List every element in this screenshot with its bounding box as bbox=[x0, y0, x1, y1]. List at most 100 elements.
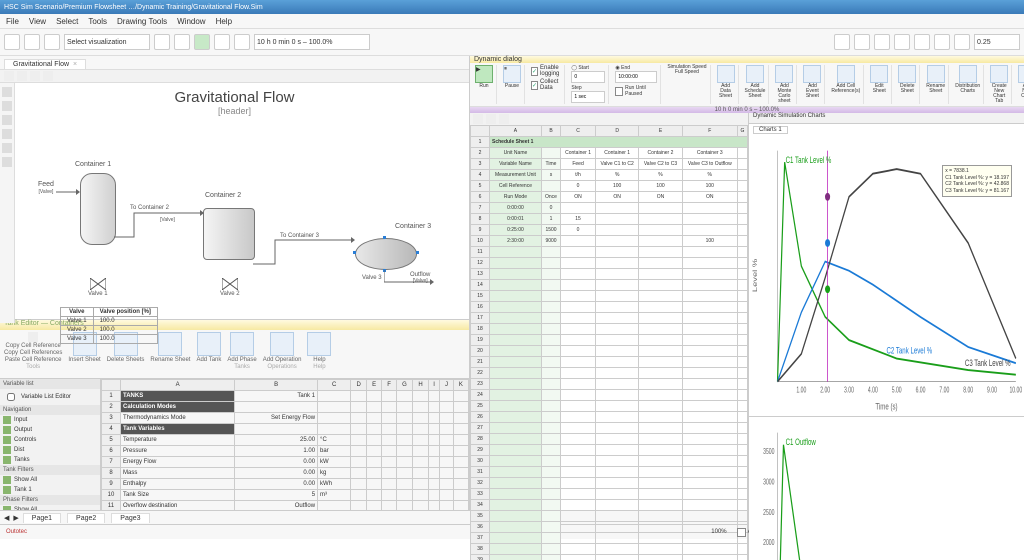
label-feed: Feed[Valve] bbox=[38, 181, 54, 195]
container-1[interactable] bbox=[80, 173, 116, 245]
pf-showall[interactable]: Show All bbox=[0, 505, 100, 510]
align-left-icon[interactable] bbox=[874, 34, 890, 50]
pause-button[interactable]: ⏸ bbox=[503, 65, 521, 83]
rename-sheet-button[interactable] bbox=[927, 65, 945, 83]
add-data-sheet-button[interactable] bbox=[717, 65, 735, 83]
align-right-icon[interactable] bbox=[914, 34, 930, 50]
nav-controls[interactable]: Controls bbox=[0, 435, 100, 445]
menu-help[interactable]: Help bbox=[216, 17, 232, 26]
tf-showall[interactable]: Show All bbox=[0, 475, 100, 485]
page-3-tab[interactable]: Page3 bbox=[111, 513, 149, 523]
svg-text:3000: 3000 bbox=[763, 478, 775, 486]
menu-drawing[interactable]: Drawing Tools bbox=[117, 17, 167, 26]
run-until-paused-checkbox[interactable] bbox=[615, 87, 623, 96]
ptr-icon[interactable] bbox=[44, 34, 60, 50]
label-v3: Valve 3 bbox=[362, 275, 382, 281]
fillcolor-icon[interactable] bbox=[954, 34, 970, 50]
delete-sheet-button[interactable] bbox=[898, 65, 916, 83]
save-icon[interactable] bbox=[4, 34, 20, 50]
tb-icon[interactable] bbox=[499, 114, 509, 124]
flowsheet-canvas[interactable]: Gravitational Flow [header] Container 1 … bbox=[0, 83, 469, 319]
vle-checkbox[interactable] bbox=[7, 393, 15, 401]
linewidth-select[interactable]: 0.25 bbox=[974, 34, 1020, 50]
tank-variables-grid[interactable]: ABCDEFGHIJK1TANKSTank 12Calculation Mode… bbox=[101, 379, 469, 510]
run-button[interactable]: ▶ bbox=[475, 65, 493, 83]
align-center-icon[interactable] bbox=[894, 34, 910, 50]
visualization-select[interactable]: Select visualization bbox=[64, 34, 150, 50]
label-valve-sm: [Valve] bbox=[160, 217, 175, 223]
add-tank-button[interactable] bbox=[197, 332, 221, 356]
add-op-button[interactable] bbox=[270, 332, 294, 356]
open-icon[interactable] bbox=[24, 34, 40, 50]
zoom-status: 100% bbox=[711, 529, 726, 535]
tool-icon[interactable] bbox=[2, 143, 12, 153]
tb-icon[interactable] bbox=[473, 114, 483, 124]
container-3[interactable] bbox=[355, 238, 417, 270]
chart-tanklevel[interactable]: 1.002.003.004.005.006.007.008.009.0010.0… bbox=[749, 135, 1024, 417]
stop-icon[interactable] bbox=[234, 34, 250, 50]
pause-icon[interactable] bbox=[214, 34, 230, 50]
workspace: Gravitational Flow× Gravitational Flow [… bbox=[0, 56, 1024, 510]
close-icon[interactable]: × bbox=[73, 61, 77, 68]
add-schedule-sheet-button[interactable] bbox=[746, 65, 764, 83]
tool-icon[interactable] bbox=[2, 115, 12, 125]
menu-select[interactable]: Select bbox=[56, 17, 78, 26]
distr-charts-button[interactable] bbox=[959, 65, 977, 83]
tf-tank1[interactable]: Tank 1 bbox=[0, 485, 100, 495]
autosave-checkbox[interactable] bbox=[737, 528, 746, 537]
step-input[interactable] bbox=[571, 91, 605, 103]
play-icon[interactable] bbox=[194, 34, 210, 50]
tool-icon[interactable] bbox=[2, 129, 12, 139]
new-chart-tab-button[interactable] bbox=[990, 65, 1008, 83]
container-2[interactable] bbox=[203, 208, 255, 260]
schedule-grid[interactable]: ABCDEFG1Schedule Sheet 12Unit NameContai… bbox=[470, 125, 748, 560]
tool-icon[interactable] bbox=[2, 101, 12, 111]
menu-view[interactable]: View bbox=[29, 17, 46, 26]
add-phase-button[interactable] bbox=[230, 332, 254, 356]
tb-icon[interactable] bbox=[17, 71, 27, 81]
charts-title: Dynamic Simulation Charts bbox=[749, 113, 1024, 124]
enable-logging-checkbox[interactable]: ✓ bbox=[531, 67, 538, 76]
nav-input[interactable]: Input bbox=[0, 415, 100, 425]
copy-icon[interactable] bbox=[28, 332, 38, 342]
end-input[interactable] bbox=[615, 71, 657, 83]
redo-icon[interactable] bbox=[174, 34, 190, 50]
edit-sheet-button[interactable] bbox=[870, 65, 888, 83]
page-2-tab[interactable]: Page2 bbox=[67, 513, 105, 523]
tb-icon[interactable] bbox=[4, 71, 14, 81]
rename-sheet-button[interactable] bbox=[158, 332, 182, 356]
chart-tooltip: x = 7838.1 C1 Tank Level %: y = 18.197 C… bbox=[942, 165, 1012, 197]
charts-tab[interactable]: Charts 1 bbox=[753, 126, 788, 134]
svg-text:2500: 2500 bbox=[763, 509, 775, 517]
label-v1: Valve 1 bbox=[88, 291, 108, 297]
tool-icon[interactable] bbox=[2, 157, 12, 167]
add-mc-sheet-button[interactable] bbox=[775, 65, 793, 83]
tool-icon[interactable] bbox=[2, 87, 12, 97]
menu-tools[interactable]: Tools bbox=[88, 17, 107, 26]
svg-text:C3 Tank Level %: C3 Tank Level % bbox=[965, 358, 1011, 369]
add-event-sheet-button[interactable] bbox=[803, 65, 821, 83]
tb-icon[interactable] bbox=[43, 71, 53, 81]
chart-outflow[interactable]: 500100015002000250030003500C1 OutflowC2 … bbox=[749, 417, 1024, 560]
bold-icon[interactable] bbox=[834, 34, 850, 50]
nav-output[interactable]: Output bbox=[0, 425, 100, 435]
page-1-tab[interactable]: Page1 bbox=[23, 513, 61, 523]
start-input[interactable] bbox=[571, 71, 605, 83]
italic-icon[interactable] bbox=[854, 34, 870, 50]
menu-window[interactable]: Window bbox=[177, 17, 205, 26]
menu-file[interactable]: File bbox=[6, 17, 19, 26]
diagram-toolbar bbox=[0, 70, 469, 83]
tb-icon[interactable] bbox=[486, 114, 496, 124]
collect-data-checkbox[interactable]: ✓ bbox=[531, 81, 538, 90]
add-cellref-button[interactable] bbox=[837, 65, 855, 83]
help-button[interactable] bbox=[307, 332, 331, 356]
linecolor-icon[interactable] bbox=[934, 34, 950, 50]
nav-dist[interactable]: Dist bbox=[0, 445, 100, 455]
nav-tanks[interactable]: Tanks bbox=[0, 455, 100, 465]
tab-gravitational[interactable]: Gravitational Flow× bbox=[4, 59, 86, 69]
svg-text:9.00: 9.00 bbox=[987, 387, 997, 395]
svg-text:8.00: 8.00 bbox=[963, 387, 973, 395]
add-new-chart-button[interactable] bbox=[1018, 65, 1024, 83]
tb-icon[interactable] bbox=[30, 71, 40, 81]
undo-icon[interactable] bbox=[154, 34, 170, 50]
